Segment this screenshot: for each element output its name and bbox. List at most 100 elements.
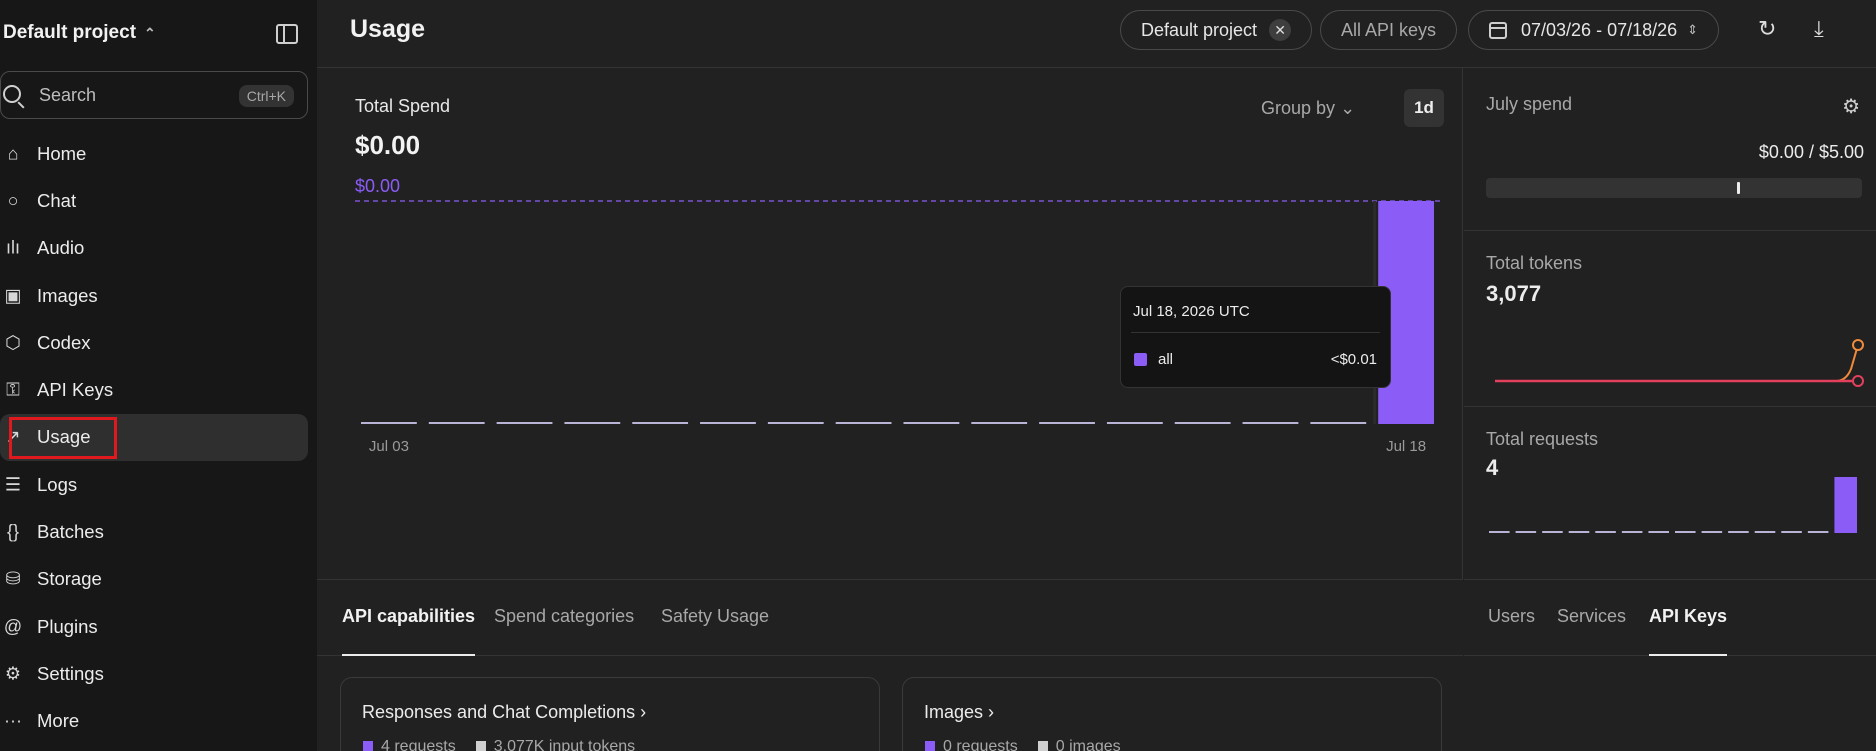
tab-services[interactable]: Services — [1557, 606, 1626, 627]
sidebar-item-home[interactable]: ⌂ Home — [0, 130, 308, 177]
x-tick-label: Jul 18 — [1386, 438, 1426, 455]
project-filter-label: Default project — [1141, 19, 1258, 40]
close-icon[interactable]: ✕ — [1269, 19, 1292, 41]
requests-bar — [1648, 531, 1669, 533]
images-icon: ▣ — [4, 285, 22, 306]
refresh-icon[interactable]: ↻ — [1758, 16, 1776, 42]
spend-bar[interactable] — [767, 422, 824, 424]
spend-bar[interactable] — [632, 422, 689, 424]
sidebar-item-label: Batches — [37, 521, 104, 543]
batches-icon: {} — [6, 521, 20, 542]
tooltip-divider — [1131, 332, 1380, 333]
requests-bar — [1807, 531, 1829, 533]
spend-bar[interactable] — [971, 422, 1028, 424]
spend-bar[interactable] — [700, 422, 756, 424]
home-icon: ⌂ — [7, 143, 19, 164]
spend-bar[interactable] — [428, 422, 485, 424]
gear-icon[interactable]: ⚙ — [1842, 94, 1860, 119]
requests-bars — [1489, 477, 1857, 533]
api-keys-filter-label: All API keys — [1341, 19, 1437, 40]
sidebar-item-more[interactable]: ··· More — [0, 698, 308, 745]
sidebar-item-chat[interactable]: ○ Chat — [0, 177, 308, 224]
sidebar-item-label: Audio — [37, 237, 85, 259]
legend-input-tokens: 3,077K input tokens — [476, 738, 635, 751]
sidebar-item-label: Settings — [37, 662, 104, 684]
sidebar-item-settings[interactable]: ⚙ Settings — [0, 650, 308, 697]
date-range-picker[interactable]: 07/03/26 - 07/18/26 ⇕ — [1468, 10, 1720, 50]
sidebar-item-label: More — [37, 710, 80, 732]
download-icon[interactable]: ⤓ — [1814, 16, 1824, 42]
requests-bar — [1515, 531, 1537, 533]
search-icon — [3, 85, 21, 103]
sidebar-item-api-keys[interactable]: ⚿ API Keys — [0, 366, 308, 413]
key-icon: ⚿ — [6, 379, 20, 400]
images-card[interactable]: Images › 0 requests 0 images — [902, 677, 1442, 751]
legend-requests: 0 requests — [925, 738, 1018, 751]
project-filter-pill[interactable]: Default project ✕ — [1120, 10, 1313, 50]
card-legend: 0 requests 0 images — [925, 738, 1121, 751]
project-name: Default project — [3, 22, 137, 43]
sidebar-item-batches[interactable]: {} Batches — [0, 508, 308, 555]
spend-bar[interactable] — [1310, 422, 1367, 424]
responses-card[interactable]: Responses and Chat Completions › 4 reque… — [340, 677, 880, 751]
input-tokens-point — [1852, 339, 1864, 351]
usage-highlight-box — [9, 417, 117, 459]
spend-bar[interactable] — [361, 422, 417, 424]
spend-bar[interactable] — [496, 422, 553, 424]
spend-bar[interactable] — [835, 422, 892, 424]
card-legend: 4 requests 3,077K input tokens — [363, 738, 635, 751]
tab-spend-categories[interactable]: Spend categories — [494, 606, 634, 627]
spend-bar[interactable] — [1106, 422, 1163, 424]
spend-bar[interactable] — [564, 422, 621, 424]
x-axis: Jul 03 Jul 18 — [369, 438, 1426, 455]
requests-bar — [1542, 531, 1563, 533]
tab-api-capabilities[interactable]: API capabilities — [342, 606, 476, 656]
requests-bar — [1675, 531, 1696, 533]
calendar-icon — [1489, 21, 1507, 39]
tab-safety-usage[interactable]: Safety Usage — [661, 606, 769, 627]
budget-progress-marker — [1736, 182, 1740, 194]
logs-icon: ☰ — [4, 474, 22, 495]
page-title: Usage — [350, 15, 426, 43]
tokens-sparkline — [1495, 339, 1864, 387]
spend-bar[interactable] — [903, 422, 960, 424]
total-requests-card: Total requests 4 — [1464, 407, 1876, 580]
spend-bar[interactable] — [1242, 422, 1299, 424]
sidebar-item-label: API Keys — [37, 379, 114, 401]
total-tokens-card: Total tokens 3,077 — [1464, 231, 1876, 407]
search-input[interactable]: Search Ctrl+K — [0, 71, 308, 119]
sidebar-item-storage[interactable]: ⛁ Storage — [0, 556, 308, 603]
sidebar-item-label: Storage — [37, 568, 102, 590]
x-tick-label: Jul 03 — [369, 438, 409, 455]
requests-sparkline — [1489, 477, 1857, 533]
api-keys-filter-pill[interactable]: All API keys — [1320, 10, 1458, 50]
tab-api-keys[interactable]: API Keys — [1649, 606, 1728, 656]
sidebar-item-audio[interactable]: ılı Audio — [0, 225, 308, 272]
requests-bar — [1834, 477, 1857, 533]
sidebar-item-logs[interactable]: ☰ Logs — [0, 461, 308, 508]
tooltip-date: Jul 18, 2026 UTC — [1133, 303, 1250, 320]
budget-value: $0.00 / $5.00 — [1758, 142, 1864, 162]
capabilities-tabs: API capabilities Spend categories Safety… — [317, 580, 1463, 656]
requests-bar — [1595, 531, 1616, 533]
project-selector[interactable]: Default project ⌃ — [3, 22, 156, 44]
legend-requests: 4 requests — [363, 738, 456, 751]
sidebar-item-label: Codex — [37, 331, 91, 353]
sidebar-item-plugins[interactable]: @ Plugins — [0, 603, 308, 650]
sidebar-item-images[interactable]: ▣ Images — [0, 272, 308, 319]
chevron-right-icon: › — [988, 702, 995, 722]
spend-bar[interactable] — [1174, 422, 1231, 424]
requests-bar — [1781, 531, 1802, 533]
requests-bar — [1489, 531, 1510, 533]
sidebar-toggle-icon[interactable] — [276, 24, 298, 44]
chevron-right-icon: › — [640, 702, 647, 722]
sidebar-item-codex[interactable]: ⬡ Codex — [0, 319, 308, 366]
date-range-label: 07/03/26 - 07/18/26 — [1521, 19, 1678, 40]
requests-bar — [1568, 531, 1590, 533]
settings-icon: ⚙ — [4, 663, 22, 684]
tab-users[interactable]: Users — [1488, 606, 1535, 627]
chevron-updown-icon: ⇕ — [1687, 22, 1699, 37]
tooltip-swatch — [1134, 353, 1147, 366]
search-placeholder: Search — [39, 84, 97, 105]
spend-bar[interactable] — [1039, 422, 1095, 424]
